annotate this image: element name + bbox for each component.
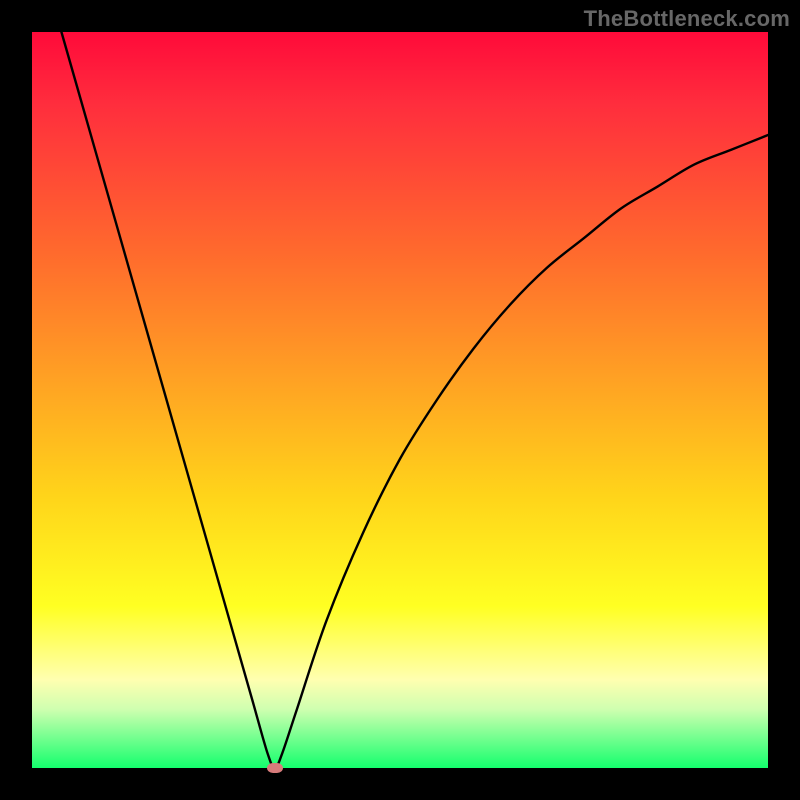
bottleneck-curve xyxy=(32,32,768,768)
watermark-text: TheBottleneck.com xyxy=(584,6,790,32)
chart-frame: TheBottleneck.com xyxy=(0,0,800,800)
plot-area xyxy=(32,32,768,768)
minimum-marker xyxy=(267,763,283,773)
